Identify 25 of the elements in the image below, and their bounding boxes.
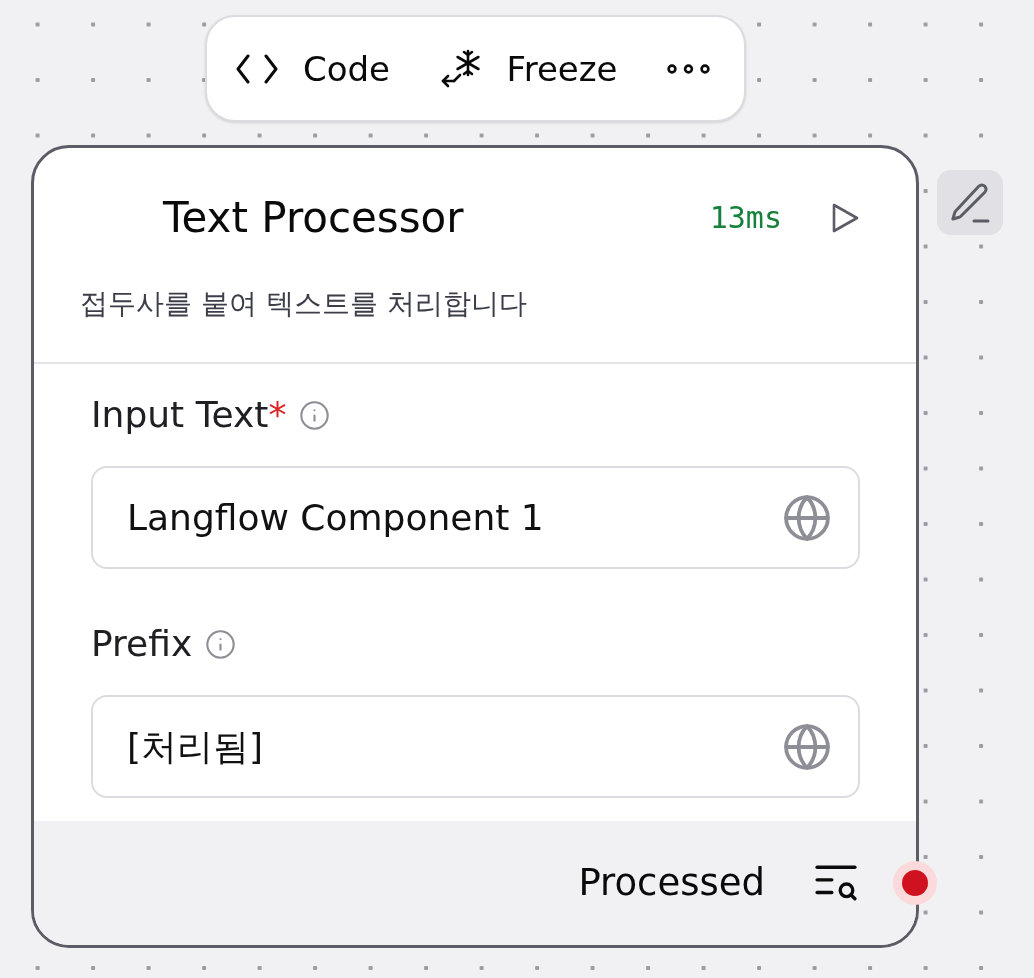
snowflake-arrow-icon xyxy=(439,48,482,89)
run-duration: 13ms xyxy=(709,200,782,236)
field-label: Input Text xyxy=(91,394,269,436)
more-icon xyxy=(667,63,710,74)
play-icon xyxy=(830,202,860,234)
globe-icon[interactable] xyxy=(784,723,830,770)
text-search-icon xyxy=(815,864,857,902)
run-button[interactable] xyxy=(830,202,860,234)
output-label: Processed xyxy=(578,861,765,905)
code-icon xyxy=(236,53,278,84)
required-mark: * xyxy=(268,394,287,436)
inspect-output-button[interactable] xyxy=(815,864,857,902)
node-description: 접두사를 붙여 텍스트를 처리합니다 xyxy=(80,286,527,322)
text-input-field[interactable]: Langflow Component 1 xyxy=(91,466,860,569)
globe-icon[interactable] xyxy=(784,494,830,541)
info-icon[interactable] xyxy=(300,400,330,430)
more-button[interactable] xyxy=(667,63,710,74)
field-label: Prefix xyxy=(91,623,193,665)
edit-button[interactable] xyxy=(937,170,1003,235)
output-handle-icon[interactable] xyxy=(893,861,937,905)
freeze-button[interactable]: Freeze xyxy=(439,48,618,89)
node-title: Text Processor xyxy=(163,194,464,242)
text-input-field[interactable]: [처리됨] xyxy=(91,695,860,798)
code-button[interactable]: Code xyxy=(236,48,391,89)
info-icon[interactable] xyxy=(206,629,236,659)
